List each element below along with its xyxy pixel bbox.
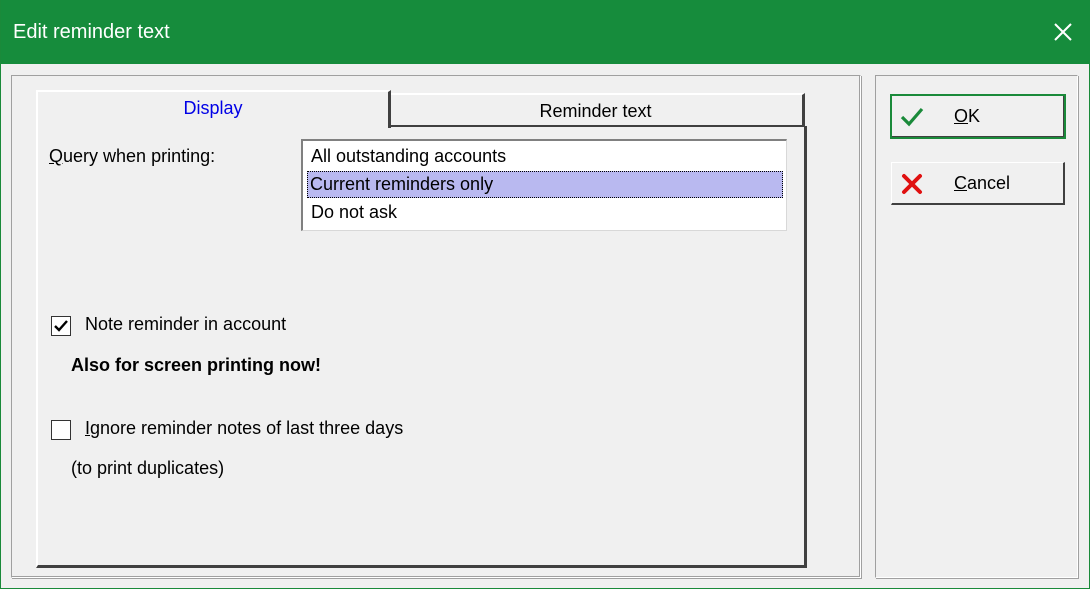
title-bar: Edit reminder text — [1, 0, 1090, 64]
checkmark-icon — [900, 107, 924, 127]
query-label-text: uery when printing: — [63, 146, 216, 166]
tab-display-label: Display — [183, 98, 243, 118]
duplicates-hint: (to print duplicates) — [71, 458, 225, 478]
button-panel — [875, 75, 1078, 578]
cancel-button[interactable]: Cancel — [891, 162, 1065, 205]
dialog-window: Edit reminder text Reminder text Display… — [0, 0, 1090, 589]
cancel-text: ancel — [967, 173, 1011, 193]
tab-reminder-text-label: Reminder text — [539, 101, 652, 121]
cross-icon — [902, 174, 922, 194]
cancel-button-label: Cancel — [954, 173, 1010, 194]
note-reminder-checkbox[interactable] — [51, 316, 71, 336]
tab-display[interactable]: Display — [36, 90, 391, 128]
list-item[interactable]: All outstanding accounts — [309, 143, 785, 170]
cancel-accel: C — [954, 173, 967, 193]
close-icon — [1054, 23, 1072, 41]
ignore-notes-label: Ignore reminder notes of last three days — [85, 418, 403, 439]
tab-reminder-text[interactable]: Reminder text — [389, 93, 805, 127]
screen-printing-notice: Also for screen printing now! — [71, 355, 322, 375]
close-button[interactable] — [1045, 14, 1081, 50]
ok-button[interactable]: OK — [890, 94, 1066, 139]
list-item[interactable]: Do not ask — [309, 199, 785, 226]
ok-button-label: OK — [954, 106, 980, 127]
query-label-accel: Q — [49, 146, 64, 166]
checkmark-icon — [54, 320, 68, 332]
list-item-selected[interactable]: Current reminders only — [307, 171, 783, 198]
ok-accel: O — [954, 106, 969, 126]
window-title: Edit reminder text — [13, 21, 170, 43]
query-listbox[interactable]: All outstanding accounts Current reminde… — [301, 139, 787, 231]
ignore-notes-text: gnore reminder notes of last three days — [90, 418, 404, 438]
query-label: Query when printing: — [49, 146, 215, 167]
ignore-notes-checkbox[interactable] — [51, 420, 71, 440]
note-reminder-label: Note reminder in account — [85, 314, 287, 334]
ok-text: K — [968, 106, 981, 126]
